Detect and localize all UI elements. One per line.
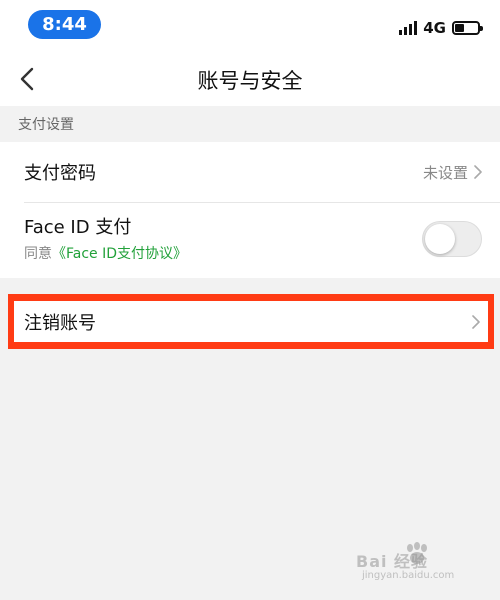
chevron-right-icon bbox=[472, 314, 480, 329]
nav-bar: 账号与安全 bbox=[0, 52, 500, 106]
status-bar: 8:44 4G bbox=[0, 0, 500, 52]
face-id-agreement: 同意《Face ID支付协议》 bbox=[24, 243, 482, 263]
face-id-row: Face ID 支付 同意《Face ID支付协议》 bbox=[0, 203, 500, 278]
face-id-toggle[interactable] bbox=[422, 221, 482, 257]
status-indicators: 4G bbox=[399, 18, 483, 38]
section-header-payment: 支付设置 bbox=[18, 117, 74, 133]
face-id-label: Face ID 支付 bbox=[24, 217, 132, 238]
watermark-text: Bai 经验 bbox=[356, 552, 429, 571]
network-type: 4G bbox=[423, 19, 446, 37]
page-title: 账号与安全 bbox=[197, 69, 303, 93]
cancel-account-label: 注销账号 bbox=[24, 312, 96, 334]
pay-password-row[interactable]: 支付密码 未设置 bbox=[0, 142, 500, 202]
battery-fill bbox=[455, 24, 464, 32]
status-time: 8:44 bbox=[28, 10, 101, 39]
pay-password-label: 支付密码 bbox=[24, 163, 96, 184]
toggle-knob bbox=[425, 224, 455, 254]
watermark-url: jingyan.baidu.com bbox=[362, 570, 455, 581]
face-id-agreement-link[interactable]: 《Face ID支付协议》 bbox=[52, 246, 187, 262]
battery-icon bbox=[452, 21, 483, 35]
chevron-right-icon bbox=[474, 165, 482, 179]
baidu-jingyan-watermark: Bai 经验 jingyan.baidu.com bbox=[356, 542, 476, 586]
pay-password-status: 未设置 bbox=[422, 163, 468, 182]
agree-prefix: 同意 bbox=[24, 246, 52, 262]
cancel-account-row[interactable]: 注销账号 bbox=[14, 301, 488, 342]
highlight-frame: 注销账号 bbox=[8, 294, 494, 349]
signal-icon bbox=[399, 21, 418, 35]
payment-settings-group: 支付密码 未设置 Face ID 支付 同意《Face ID支付协议》 bbox=[0, 142, 500, 278]
